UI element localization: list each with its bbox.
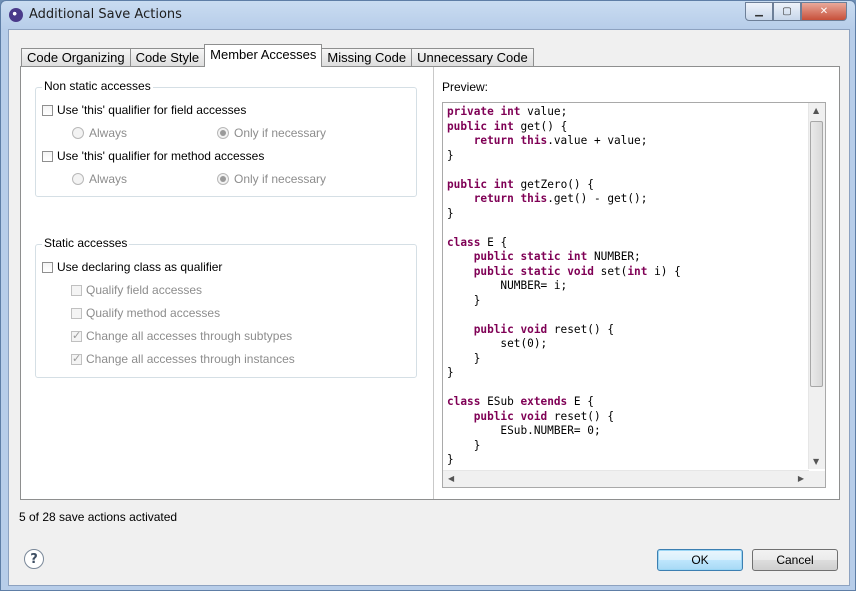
code-keyword: return [473,192,514,205]
code-keyword: public [473,264,514,278]
change-through-instances-checkbox[interactable]: Change all accesses through instances [71,352,295,366]
scroll-down-arrow-icon[interactable]: ▼ [813,457,819,466]
radio-label: Only if necessary [234,172,327,186]
checkbox-box[interactable] [71,329,82,342]
field-always-radio[interactable]: Always [72,126,127,140]
non-static-accesses-group: Non static accesses Use 'this' qualifier… [35,79,417,197]
maximize-button[interactable]: ▢ [773,2,801,21]
tab-code-style[interactable]: Code Style [129,48,206,67]
code-keyword: this [520,134,548,147]
method-only-if-necessary-radio[interactable]: Only if necessary [217,172,326,186]
code-keyword: static [520,264,561,278]
radio-circle[interactable] [217,127,229,139]
code-keyword: int [627,264,648,278]
cancel-button[interactable]: Cancel [752,549,838,571]
method-this-qualifier-checkbox[interactable]: Use 'this' qualifier for method accesses [42,149,264,163]
code-keyword: public [473,409,514,423]
qualify-field-accesses-checkbox[interactable]: Qualify field accesses [71,283,202,297]
code-keyword: int [567,250,588,263]
radio-label: Always [89,172,128,186]
code-keyword: class [447,395,481,408]
checkbox-label: Use 'this' qualifier for field accesses [57,103,247,117]
code-keyword: this [520,192,548,205]
tab-strip: Code Organizing Code Style Member Access… [21,44,534,67]
minimize-button[interactable]: ▁ [745,2,773,21]
eclipse-app-icon [9,8,23,22]
checkbox-label: Use declaring class as qualifier [57,260,223,274]
radio-circle[interactable] [72,173,84,185]
code-keyword: class [447,235,481,249]
code-keyword: static [520,250,561,263]
code-keyword: int [493,119,514,133]
code-preview-text: private int value; public int get() { re… [447,105,681,466]
static-accesses-group: Static accesses Use declaring class as q… [35,236,417,378]
code-keyword: void [520,322,548,336]
dialog-client-area: Code Organizing Code Style Member Access… [8,29,850,586]
code-keyword: extends [520,395,568,408]
scroll-up-arrow-icon[interactable]: ▲ [813,106,819,115]
radio-label: Always [89,126,128,140]
code-keyword: void [567,264,594,278]
tab-member-accesses[interactable]: Member Accesses [204,44,323,67]
static-accesses-legend: Static accesses [42,236,130,250]
checkbox-box[interactable] [71,352,82,365]
field-only-if-necessary-radio[interactable]: Only if necessary [217,126,326,140]
tab-unnecessary-code[interactable]: Unnecessary Code [411,48,534,67]
checkbox-box[interactable] [71,284,82,296]
code-keyword: public [473,250,514,263]
code-keyword: void [520,409,548,423]
vertical-scrollbar[interactable]: ▲ ▼ [808,103,825,469]
scrollbar-corner [809,471,825,487]
caption-buttons: ▁ ▢ ✕ [745,2,847,21]
change-through-subtypes-checkbox[interactable]: Change all accesses through subtypes [71,329,292,343]
code-preview[interactable]: private int value; public int get() { re… [442,102,826,488]
checkbox-label: Qualify method accesses [86,306,221,320]
code-keyword: public [447,119,488,133]
dialog-window: Additional Save Actions ▁ ▢ ✕ Code Organ… [0,0,856,591]
save-actions-status: 5 of 28 save actions activated [19,510,178,524]
code-keyword: int [493,177,514,191]
radio-circle[interactable] [72,127,84,139]
window-title: Additional Save Actions [29,7,182,22]
radio-label: Only if necessary [234,126,327,140]
checkbox-box[interactable] [42,150,53,162]
vertical-scroll-thumb[interactable] [810,121,823,387]
close-button[interactable]: ✕ [801,2,847,21]
scroll-left-arrow-icon[interactable]: ◀ [448,474,454,483]
checkbox-label: Change all accesses through instances [86,352,295,366]
member-accesses-panel: Non static accesses Use 'this' qualifier… [20,66,840,500]
horizontal-scrollbar[interactable]: ◀ ▶ [443,470,809,487]
method-always-radio[interactable]: Always [72,172,127,186]
checkbox-label: Use 'this' qualifier for method accesses [57,149,265,163]
code-keyword: int [500,105,521,118]
radio-circle[interactable] [217,173,229,185]
scroll-right-arrow-icon[interactable]: ▶ [798,474,804,483]
checkbox-box[interactable] [42,104,53,116]
code-keyword: private [447,105,494,118]
panel-divider [433,67,434,499]
checkbox-box[interactable] [71,307,82,319]
preview-label: Preview: [442,80,489,94]
qualify-method-accesses-checkbox[interactable]: Qualify method accesses [71,306,220,320]
code-keyword: return [473,134,514,147]
help-icon[interactable]: ? [24,549,44,569]
declaring-class-qualifier-checkbox[interactable]: Use declaring class as qualifier [42,260,222,274]
tab-code-organizing[interactable]: Code Organizing [21,48,131,67]
checkbox-box[interactable] [42,261,53,273]
checkbox-label: Change all accesses through subtypes [86,329,293,343]
code-keyword: public [473,322,514,336]
checkbox-label: Qualify field accesses [86,283,203,297]
code-keyword: public [447,177,488,191]
title-bar[interactable]: Additional Save Actions ▁ ▢ ✕ [1,1,855,29]
ok-button[interactable]: OK [657,549,743,571]
non-static-accesses-legend: Non static accesses [42,79,153,93]
tab-missing-code[interactable]: Missing Code [321,48,413,67]
field-this-qualifier-checkbox[interactable]: Use 'this' qualifier for field accesses [42,103,246,117]
